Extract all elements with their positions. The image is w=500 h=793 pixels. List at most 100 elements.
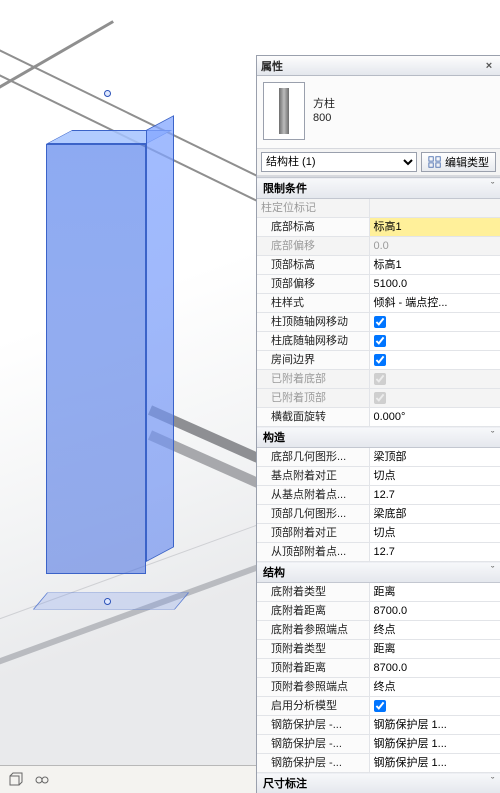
property-value[interactable]: 0.000° [369,408,500,427]
chevron-icon[interactable]: ˇ [491,776,494,786]
property-checkbox[interactable] [374,316,386,328]
property-row: 钢筋保护层 -...钢筋保护层 1... [257,716,500,735]
property-value[interactable]: 钢筋保护层 1... [369,716,500,735]
property-row: 顶部附着对正切点 [257,524,500,543]
property-label: 顶附着类型 [257,640,369,659]
property-checkbox[interactable] [374,700,386,712]
edit-type-icon [428,155,442,169]
type-thumbnail [263,82,305,140]
property-value[interactable]: 标高1 [369,218,500,237]
property-value[interactable]: 钢筋保护层 1... [369,735,500,754]
property-value[interactable]: 标高1 [369,256,500,275]
property-row: 柱定位标记 [257,199,500,218]
section-header[interactable]: 尺寸标注ˇ [257,773,500,793]
property-label: 柱顶随轴网移动 [257,313,369,332]
section-header[interactable]: 构造ˇ [257,427,500,448]
property-label: 底附着类型 [257,583,369,602]
property-value[interactable]: 12.7 [369,543,500,562]
section-header[interactable]: 限制条件ˇ [257,178,500,199]
drag-handle-bottom[interactable] [104,598,111,605]
chevron-icon[interactable]: ˇ [491,565,494,575]
property-value [369,389,500,408]
property-label: 钢筋保护层 -... [257,716,369,735]
property-label: 房间边界 [257,351,369,370]
type-family: 方柱 [313,97,335,111]
close-icon[interactable]: × [482,59,496,73]
type-texts: 方柱 800 [313,97,335,125]
property-label: 顶部偏移 [257,275,369,294]
property-value[interactable]: 距离 [369,640,500,659]
property-row: 钢筋保护层 -...钢筋保护层 1... [257,754,500,773]
property-row: 底附着参照端点终点 [257,621,500,640]
type-selector-block[interactable]: 方柱 800 [257,76,500,149]
property-label: 底附着距离 [257,602,369,621]
property-label: 顶附着参照端点 [257,678,369,697]
property-label: 启用分析模型 [257,697,369,716]
property-row: 柱样式倾斜 - 端点控... [257,294,500,313]
property-row: 顶附着类型距离 [257,640,500,659]
property-grid: 限制条件ˇ柱定位标记底部标高标高1底部偏移0.0顶部标高标高1顶部偏移5100.… [257,177,500,793]
property-value[interactable]: 切点 [369,524,500,543]
property-row: 底部几何图形...梁顶部 [257,448,500,467]
instance-selector[interactable]: 结构柱 (1) [261,152,417,172]
property-label: 底部偏移 [257,237,369,256]
chevron-icon[interactable]: ˇ [491,181,494,191]
property-value[interactable] [369,313,500,332]
property-value[interactable]: 距离 [369,583,500,602]
view-cube-icon[interactable] [8,772,24,788]
property-label: 基点附着对正 [257,467,369,486]
property-row: 顶部偏移5100.0 [257,275,500,294]
linked-icon[interactable] [34,772,50,788]
property-value [369,199,500,218]
property-label: 柱样式 [257,294,369,313]
property-value[interactable]: 倾斜 - 端点控... [369,294,500,313]
property-label: 顶部附着对正 [257,524,369,543]
property-label: 底部标高 [257,218,369,237]
property-value[interactable]: 梁底部 [369,505,500,524]
property-value[interactable]: 终点 [369,678,500,697]
view-toolbar [0,765,256,793]
property-value[interactable]: 8700.0 [369,602,500,621]
property-label: 钢筋保护层 -... [257,735,369,754]
type-size: 800 [313,111,335,125]
property-row: 柱顶随轴网移动 [257,313,500,332]
property-label: 底部几何图形... [257,448,369,467]
property-row: 房间边界 [257,351,500,370]
property-label: 顶附着距离 [257,659,369,678]
chevron-icon[interactable]: ˇ [491,430,494,440]
property-label: 从顶部附着点... [257,543,369,562]
panel-titlebar[interactable]: 属性 × [257,56,500,76]
property-value[interactable]: 梁顶部 [369,448,500,467]
property-checkbox[interactable] [374,354,386,366]
property-row: 已附着顶部 [257,389,500,408]
section-header[interactable]: 结构ˇ [257,562,500,583]
properties-panel: 属性 × 方柱 800 结构柱 (1) 编辑类型 [256,55,500,793]
property-label: 底附着参照端点 [257,621,369,640]
property-value[interactable]: 12.7 [369,486,500,505]
property-label: 顶部标高 [257,256,369,275]
property-row: 顶部标高标高1 [257,256,500,275]
selected-column[interactable] [46,130,176,590]
property-checkbox[interactable] [374,335,386,347]
property-grid-scroll[interactable]: 限制条件ˇ柱定位标记底部标高标高1底部偏移0.0顶部标高标高1顶部偏移5100.… [257,176,500,793]
property-checkbox [374,392,386,404]
property-row: 柱底随轴网移动 [257,332,500,351]
property-row: 底部标高标高1 [257,218,500,237]
property-value[interactable] [369,332,500,351]
property-value[interactable]: 终点 [369,621,500,640]
property-value[interactable]: 钢筋保护层 1... [369,754,500,773]
property-label: 已附着底部 [257,370,369,389]
drag-handle-top[interactable] [104,90,111,97]
property-row: 底部偏移0.0 [257,237,500,256]
property-label: 顶部几何图形... [257,505,369,524]
property-value[interactable] [369,697,500,716]
property-row: 已附着底部 [257,370,500,389]
property-value[interactable]: 5100.0 [369,275,500,294]
property-value[interactable] [369,351,500,370]
property-value[interactable]: 切点 [369,467,500,486]
property-row: 底附着距离8700.0 [257,602,500,621]
property-label: 柱底随轴网移动 [257,332,369,351]
property-value[interactable]: 8700.0 [369,659,500,678]
edit-type-button[interactable]: 编辑类型 [421,152,496,172]
property-value: 0.0 [369,237,500,256]
